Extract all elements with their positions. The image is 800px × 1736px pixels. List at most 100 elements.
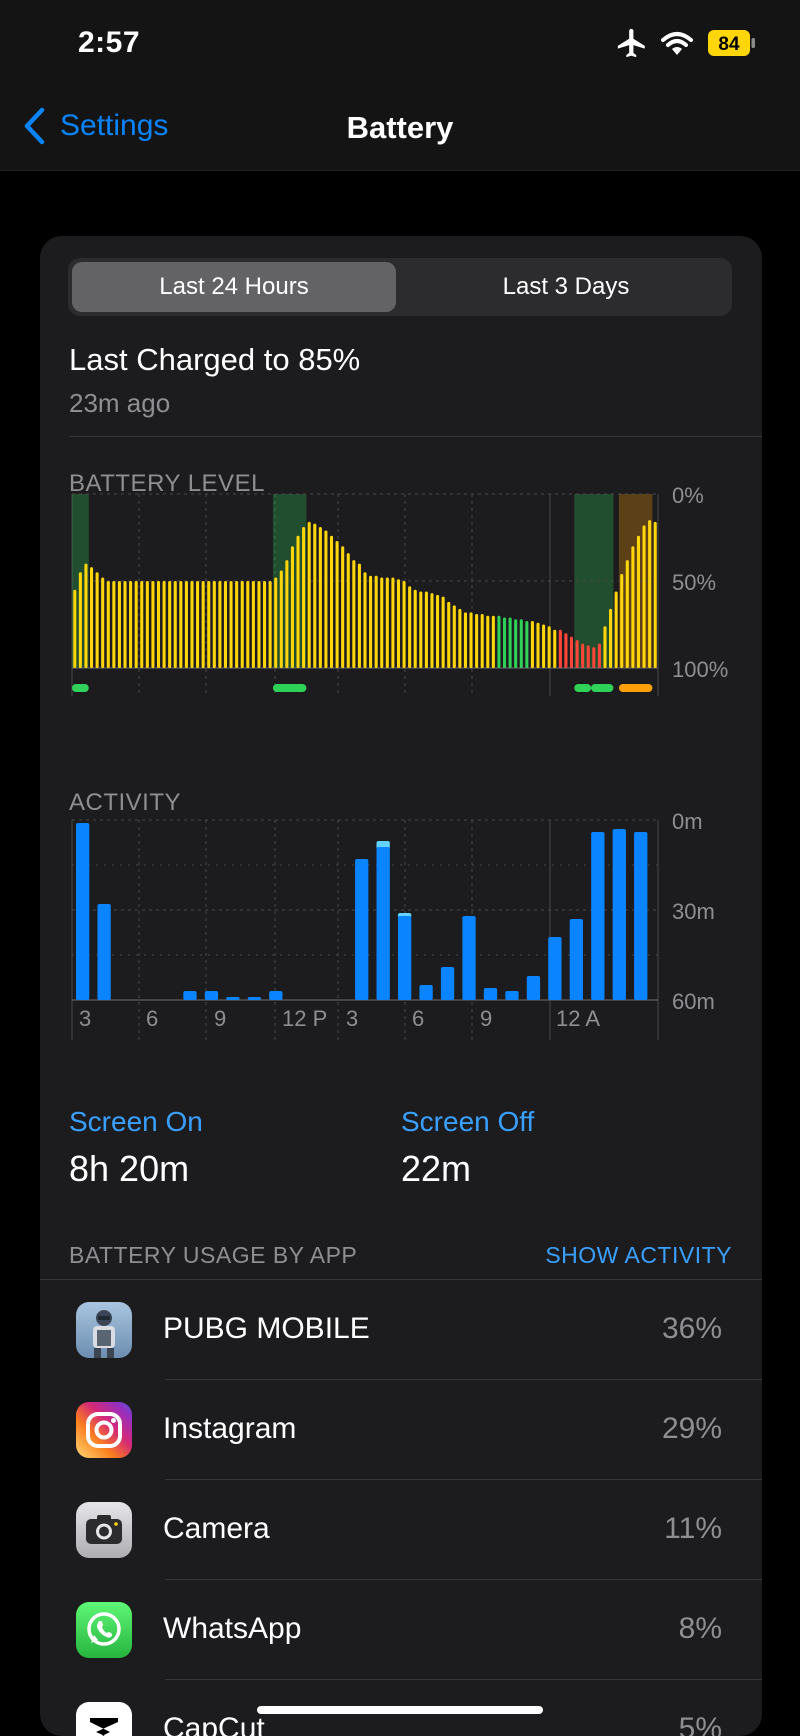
app-row-pubg[interactable]: PUBG MOBILE 36% — [40, 1280, 762, 1380]
battery-bar — [73, 589, 77, 668]
app-row-camera[interactable]: Camera 11% — [40, 1480, 762, 1580]
battery-bar — [625, 560, 629, 668]
battery-bar — [653, 521, 657, 668]
usage-header: BATTERY USAGE BY APP — [69, 1242, 358, 1268]
battery-bar — [318, 527, 322, 668]
battery-bar — [413, 589, 417, 668]
battery-bar — [263, 581, 267, 668]
battery-y-tick: 100% — [672, 657, 728, 682]
battery-bar — [307, 521, 311, 668]
battery-bar — [184, 581, 188, 668]
battery-bar — [296, 535, 300, 668]
battery-bar — [95, 572, 99, 668]
app-name: Instagram — [163, 1412, 297, 1445]
last-charged-title: Last Charged to 85% — [69, 342, 361, 377]
activity-y-tick: 60m — [672, 989, 715, 1014]
activity-bar-screen-on — [376, 847, 390, 1000]
show-activity-button[interactable]: SHOW ACTIVITY — [545, 1242, 732, 1269]
battery-bar — [313, 523, 317, 668]
tab-last-3-days[interactable]: Last 3 Days — [404, 262, 728, 312]
battery-bar — [156, 581, 161, 668]
app-percent: 8% — [678, 1612, 722, 1645]
battery-bar — [162, 581, 166, 668]
battery-bar — [592, 647, 596, 668]
activity-bar-screen-on — [548, 937, 562, 1000]
battery-bar — [196, 581, 200, 668]
activity-x-tick: 12 A — [556, 1006, 600, 1031]
battery-bar — [436, 594, 440, 668]
battery-bar — [223, 581, 228, 668]
battery-bar — [363, 572, 367, 668]
battery-bar — [134, 581, 138, 668]
activity-bar-screen-on — [269, 991, 283, 1000]
battery-bar — [396, 579, 401, 668]
battery-bar — [514, 619, 518, 668]
activity-bar-screen-on — [97, 904, 111, 1000]
activity-x-tick: 9 — [480, 1006, 492, 1031]
battery-bar — [603, 626, 607, 668]
battery-bar — [89, 567, 94, 668]
battery-bar — [246, 581, 250, 668]
activity-chart[interactable]: 0m 30m 60m 3 6 9 12 P 3 6 9 12 A 29 Apr 30 Apr — [40, 800, 762, 1044]
battery-bar — [631, 546, 635, 668]
airplane-mode-icon — [617, 28, 645, 58]
battery-bar — [268, 581, 272, 668]
battery-bar — [341, 546, 345, 668]
screen-on-value: 8h 20m — [69, 1148, 190, 1189]
activity-bar-screen-on — [76, 823, 90, 1000]
battery-bar — [469, 612, 473, 668]
charging-interval-marker — [574, 684, 592, 692]
battery-bar — [419, 591, 423, 668]
battery-bar — [357, 563, 361, 668]
battery-bar — [257, 581, 261, 668]
activity-bar-screen-on — [204, 991, 219, 1000]
battery-y-tick: 0% — [672, 484, 704, 508]
activity-bar-screen-on — [526, 976, 541, 1000]
app-name: PUBG MOBILE — [163, 1312, 370, 1345]
activity-bar-screen-on — [483, 988, 498, 1000]
battery-bar — [486, 615, 490, 668]
home-indicator[interactable] — [257, 1706, 543, 1714]
battery-bar — [519, 619, 523, 668]
battery-bar — [84, 563, 88, 668]
battery-bar — [78, 572, 82, 668]
battery-bar — [402, 581, 406, 668]
battery-bar — [385, 577, 389, 668]
battery-bar — [279, 570, 283, 668]
activity-x-tick: 6 — [146, 1006, 158, 1031]
battery-percent: 84 — [718, 34, 740, 55]
battery-bar — [112, 581, 116, 668]
battery-bar — [173, 581, 177, 668]
activity-bar-screen-on — [634, 832, 648, 1000]
activity-bar-screen-on — [440, 967, 455, 1000]
battery-bar — [581, 643, 585, 668]
battery-bar — [324, 530, 328, 668]
activity-bar-screen-on — [505, 991, 519, 1000]
battery-bar — [564, 633, 568, 668]
battery-bar — [547, 626, 551, 668]
battery-bar — [212, 581, 216, 668]
battery-level-chart[interactable]: 0%50%100%36912 P36912 A — [40, 484, 762, 696]
app-row-whatsapp[interactable]: WhatsApp 8% — [40, 1580, 762, 1680]
instagram-icon — [76, 1402, 132, 1458]
battery-bar — [346, 553, 350, 668]
app-percent: 5% — [678, 1712, 722, 1736]
camera-icon — [76, 1502, 132, 1558]
battery-bar — [117, 581, 121, 668]
charging-interval-marker — [591, 684, 614, 692]
activity-bar-screen-on — [183, 991, 197, 1000]
battery-bar — [374, 575, 378, 668]
battery-bar — [430, 593, 434, 668]
battery-bar — [525, 621, 529, 668]
activity-y-tick: 30m — [672, 899, 715, 924]
activity-bar-screen-on — [591, 832, 605, 1000]
battery-bar — [179, 581, 183, 668]
app-name: WhatsApp — [163, 1612, 302, 1645]
app-row-instagram[interactable]: Instagram 29% — [40, 1380, 762, 1480]
app-usage-list: PUBG MOBILE 36% Instagram 29% Camera 11%… — [40, 1279, 762, 1736]
battery-bar — [123, 581, 127, 668]
tab-last-24-hours[interactable]: Last 24 Hours — [72, 262, 396, 312]
battery-bar — [463, 612, 467, 668]
battery-icon: 84 — [708, 30, 755, 56]
battery-bar — [290, 546, 294, 668]
